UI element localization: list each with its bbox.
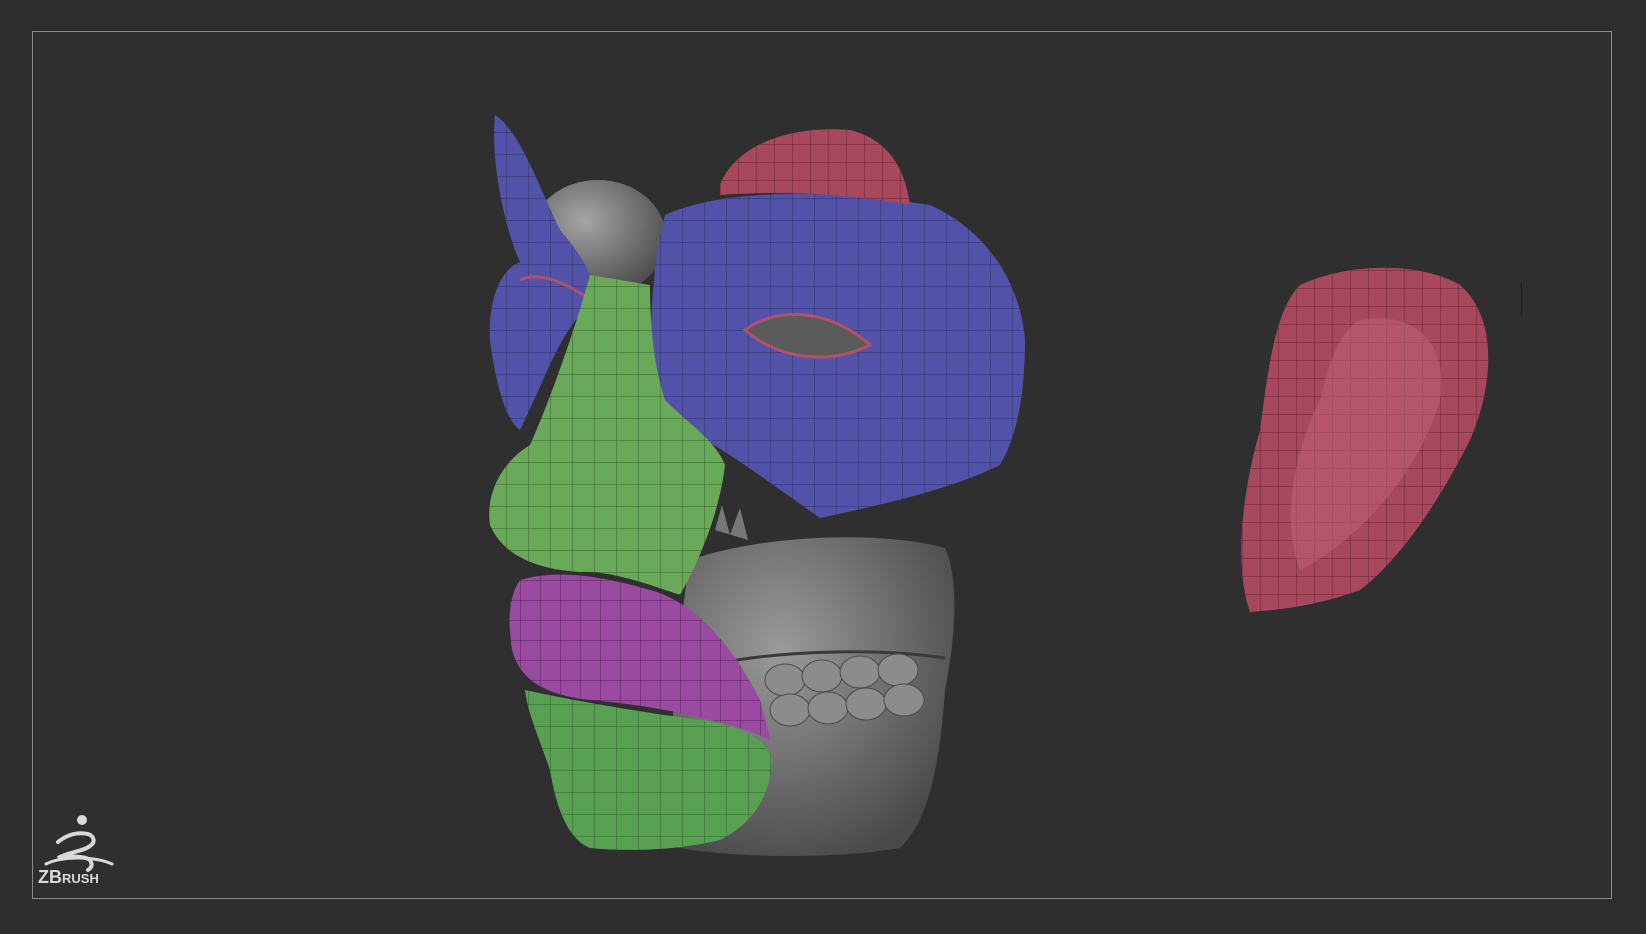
zbrush-runner-icon bbox=[44, 815, 114, 872]
ear-polygroup[interactable] bbox=[1241, 267, 1489, 612]
viewport-marker bbox=[1521, 283, 1522, 315]
sculpt-scene[interactable] bbox=[0, 0, 1646, 934]
zbrush-logo: ZBRUSH bbox=[38, 812, 120, 894]
zbrush-logo-text: ZBRUSH bbox=[38, 867, 99, 887]
ear-back-polygroup[interactable] bbox=[720, 129, 910, 205]
